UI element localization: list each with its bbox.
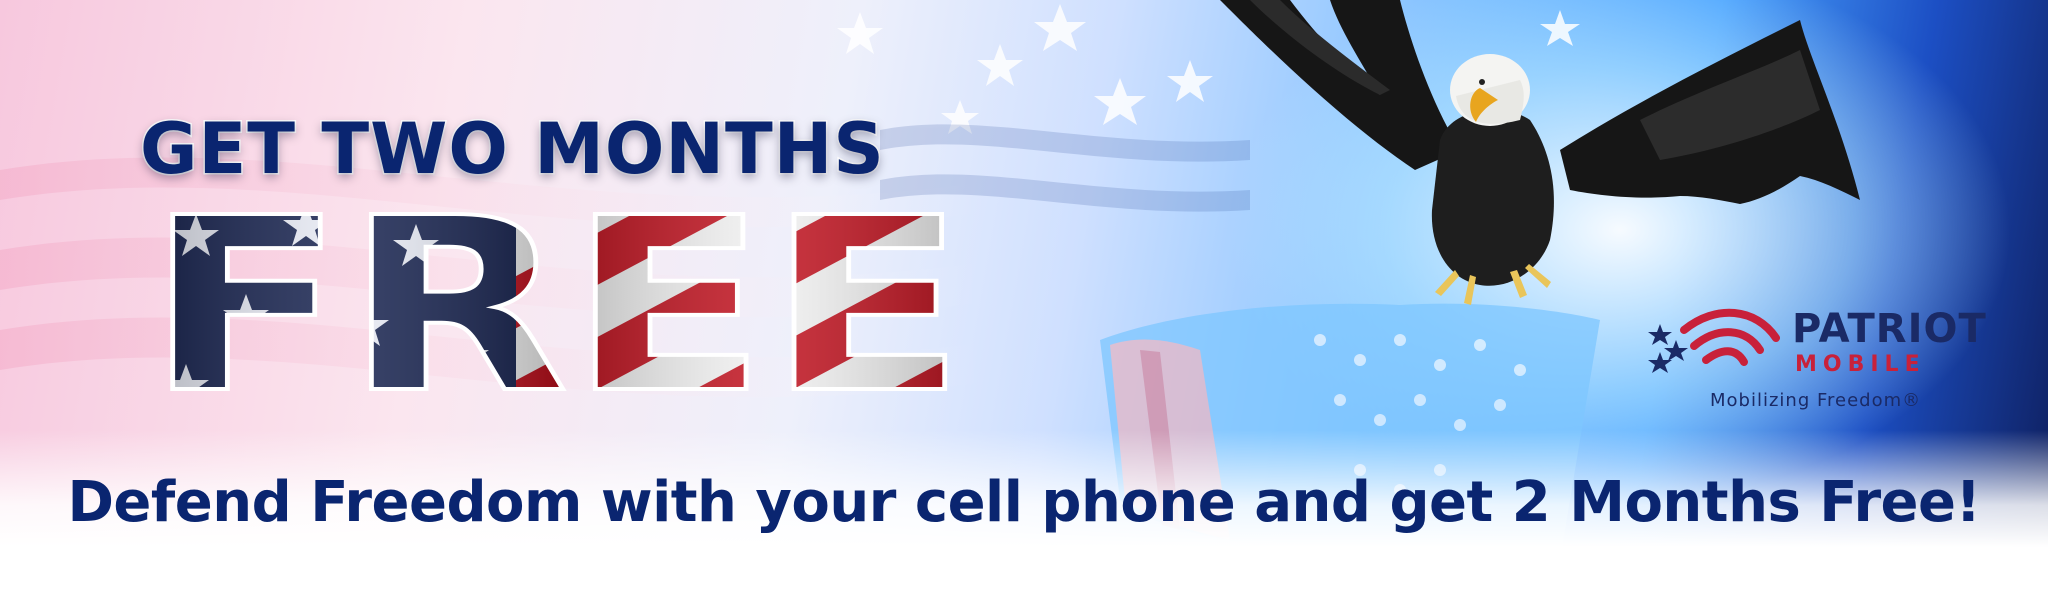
star-icon [1034, 4, 1086, 51]
logo-slogan: Mobilizing Freedom® [1710, 390, 1922, 411]
promo-banner: GET TWO MONTHS FREE Defend Freedom with … [0, 0, 2048, 597]
star-icon [837, 12, 883, 54]
tagline: Defend Freedom with your cell phone and … [67, 470, 1981, 535]
patriot-mobile-logo[interactable]: PATRIOT MOBILE Mobilizing Freedom® [1640, 300, 2020, 420]
patriot-mobile-signal-icon [1648, 308, 1780, 373]
logo-subname: MOBILE [1795, 352, 1926, 377]
star-icon [977, 44, 1023, 86]
svg-text:FREE: FREE [146, 184, 966, 414]
headline-free-flag-text: FREE [144, 184, 968, 414]
headline-get-two-months: GET TWO MONTHS [139, 107, 886, 192]
logo-name: PATRIOT [1792, 306, 1987, 352]
